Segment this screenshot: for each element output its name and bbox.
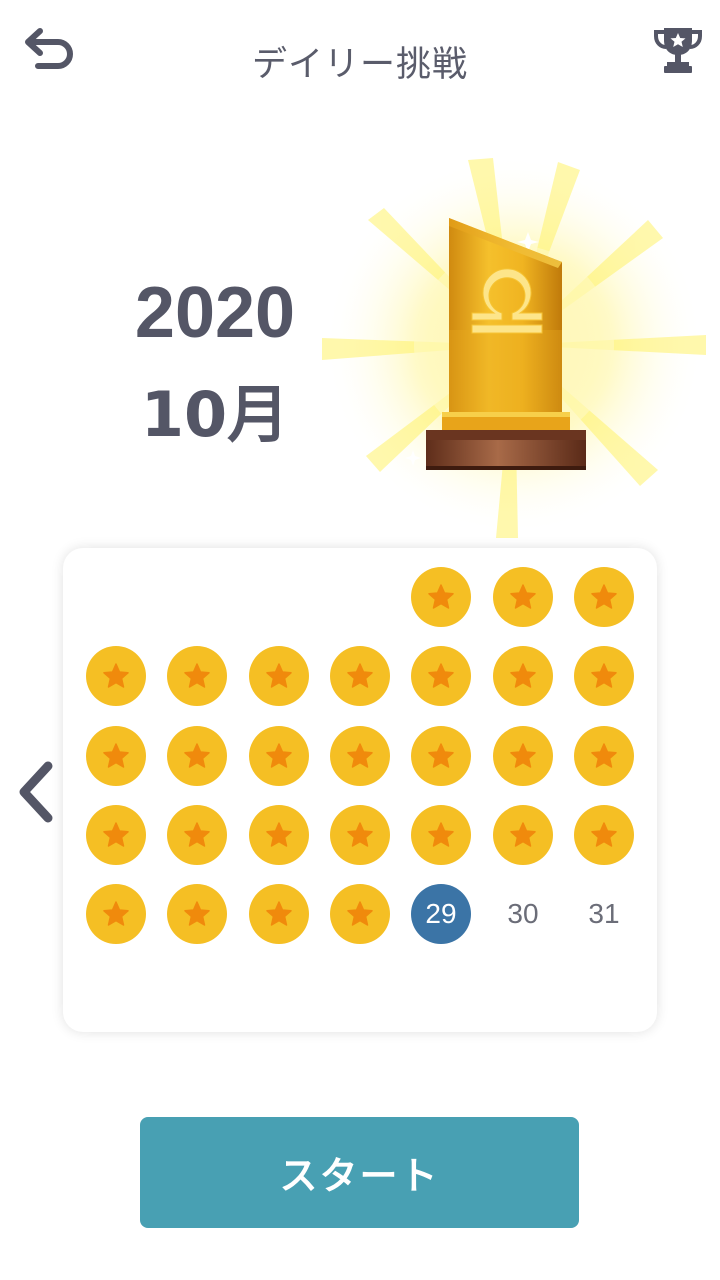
calendar-day-today[interactable]: 29 <box>411 884 471 944</box>
calendar-day-completed[interactable] <box>574 805 634 865</box>
calendar-day-completed[interactable] <box>330 726 390 786</box>
previous-month-button[interactable] <box>10 756 60 828</box>
star-icon <box>591 584 617 609</box>
calendar-day-completed[interactable] <box>574 646 634 706</box>
calendar-day-completed[interactable] <box>411 567 471 627</box>
star-icon <box>184 663 210 688</box>
calendar-day-completed[interactable] <box>86 726 146 786</box>
calendar-day-completed[interactable] <box>330 805 390 865</box>
calendar-day-completed[interactable] <box>330 884 390 944</box>
calendar-day-future[interactable]: 31 <box>574 884 634 944</box>
star-icon <box>428 743 454 768</box>
calendar-day-completed[interactable] <box>330 646 390 706</box>
calendar-day-completed[interactable] <box>86 646 146 706</box>
trophy-icon <box>654 28 702 73</box>
star-icon <box>591 822 617 847</box>
star-icon <box>184 743 210 768</box>
star-icon <box>347 743 373 768</box>
calendar-day-completed[interactable] <box>493 646 553 706</box>
achievements-button[interactable] <box>652 24 704 76</box>
calendar-day-completed[interactable] <box>249 646 309 706</box>
page-title: デイリー挑戦 <box>251 45 468 85</box>
calendar-day-completed[interactable] <box>249 726 309 786</box>
star-icon <box>184 901 210 926</box>
calendar-day-completed[interactable] <box>411 726 471 786</box>
year-label: 2020 <box>134 273 296 353</box>
star-icon <box>347 663 373 688</box>
month-label: 10月 <box>140 378 290 451</box>
star-icon <box>184 822 210 847</box>
star-icon <box>591 663 617 688</box>
calendar-day-completed[interactable] <box>493 726 553 786</box>
calendar-day-completed[interactable] <box>574 567 634 627</box>
calendar-day-completed[interactable] <box>493 805 553 865</box>
calendar-day-completed[interactable] <box>86 884 146 944</box>
calendar-day-completed[interactable] <box>411 646 471 706</box>
star-icon <box>266 743 292 768</box>
calendar-day-completed[interactable] <box>411 805 471 865</box>
daily-challenge-screen: デイリー挑戦 2020 10月 29 30 31 スタート <box>0 0 720 1280</box>
star-icon <box>510 743 536 768</box>
calendar-day-completed[interactable] <box>574 726 634 786</box>
star-icon <box>103 822 129 847</box>
star-icon <box>266 663 292 688</box>
calendar-day-completed[interactable] <box>86 805 146 865</box>
star-icon <box>591 743 617 768</box>
calendar-day-completed[interactable] <box>249 884 309 944</box>
star-icon <box>103 901 129 926</box>
calendar-day-completed[interactable] <box>249 805 309 865</box>
star-icon <box>266 822 292 847</box>
calendar-day-completed[interactable] <box>167 726 227 786</box>
star-icon <box>428 584 454 609</box>
calendar-day-completed[interactable] <box>167 884 227 944</box>
calendar-day-completed[interactable] <box>167 805 227 865</box>
start-button[interactable]: スタート <box>140 1117 579 1228</box>
star-icon <box>103 743 129 768</box>
calendar-day-future[interactable]: 30 <box>493 884 553 944</box>
star-icon <box>510 663 536 688</box>
star-icon <box>428 822 454 847</box>
star-icon <box>266 901 292 926</box>
star-icon <box>347 901 373 926</box>
chevron-left-icon <box>19 761 53 823</box>
star-icon <box>103 663 129 688</box>
libra-trophy-illustration <box>322 155 706 538</box>
star-icon <box>428 663 454 688</box>
star-icon <box>510 822 536 847</box>
calendar-day-completed[interactable] <box>167 646 227 706</box>
calendar-day-completed[interactable] <box>493 567 553 627</box>
star-icon <box>347 822 373 847</box>
calendar-card <box>63 548 657 1032</box>
star-icon <box>510 584 536 609</box>
